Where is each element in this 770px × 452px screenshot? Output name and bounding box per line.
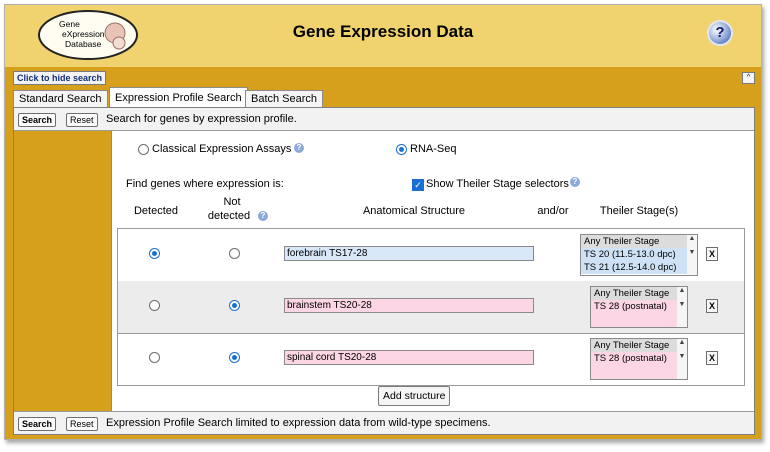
theiler-stage-select[interactable]: Any Theiler Stage TS 28 (postnatal) ▲ ▼	[590, 286, 688, 328]
stage-scrollbar[interactable]: ▲ ▼	[677, 339, 687, 379]
theiler-stage-select[interactable]: Any Theiler Stage TS 20 (11.5-13.0 dpc) …	[580, 234, 698, 276]
stage-option[interactable]: TS 21 (12.5-14.0 dpc)	[581, 261, 697, 274]
rnaseq-label: RNA-Seq	[410, 143, 457, 155]
detected-radio[interactable]	[149, 300, 160, 311]
theiler-help-icon[interactable]: ?	[570, 177, 580, 187]
col-and-or: and/or	[537, 205, 569, 217]
search-button[interactable]: Search	[18, 113, 57, 127]
structure-table: forebrain TS17-28 Any Theiler Stage TS 2…	[117, 228, 745, 386]
bottom-row-text: Expression Profile Search limited to exp…	[106, 417, 491, 429]
top-button-row: Search Reset Search for genes by express…	[14, 108, 754, 131]
structure-input[interactable]: forebrain TS17-28	[284, 246, 534, 261]
left-column	[14, 131, 112, 411]
col-not-detected-1: Not	[223, 196, 241, 208]
not-detected-radio[interactable]	[229, 352, 240, 363]
stage-option[interactable]: TS 20 (11.5-13.0 dpc)	[581, 248, 697, 261]
tab-batch-search[interactable]: Batch Search	[245, 90, 324, 108]
not-detected-radio[interactable]	[229, 300, 240, 311]
show-theiler-checkbox[interactable]: ✓	[412, 179, 424, 191]
stage-scrollbar[interactable]: ▲ ▼	[687, 235, 697, 275]
remove-structure-button[interactable]: X	[706, 299, 718, 313]
find-genes-text: Find genes where expression is:	[126, 178, 284, 190]
classical-assays-label: Classical Expression Assays	[152, 143, 292, 155]
classical-help-icon[interactable]: ?	[294, 143, 304, 153]
reset-button-bottom[interactable]: Reset	[66, 417, 98, 431]
bottom-button-row: Search Reset Expression Profile Search l…	[14, 411, 754, 434]
classical-assays-radio[interactable]	[138, 144, 149, 155]
search-button-bottom[interactable]: Search	[18, 417, 57, 431]
detected-radio[interactable]	[149, 352, 160, 363]
structure-input[interactable]: spinal cord TS20-28	[284, 350, 534, 365]
show-theiler-label: Show Theiler Stage selectors	[426, 178, 569, 190]
rnaseq-radio[interactable]	[396, 144, 407, 155]
stage-option[interactable]: TS 28 (postnatal)	[591, 352, 687, 365]
remove-structure-button[interactable]: X	[706, 351, 718, 365]
top-row-text: Search for genes by expression profile.	[106, 113, 297, 125]
not-detected-help-icon[interactable]: ?	[258, 211, 268, 221]
hide-search-button[interactable]: Click to hide search	[13, 71, 107, 85]
detected-radio[interactable]	[149, 248, 160, 259]
structure-row: brainstem TS20-28 Any Theiler Stage TS 2…	[118, 281, 744, 334]
not-detected-radio[interactable]	[229, 248, 240, 259]
col-anatomical-structure: Anatomical Structure	[362, 205, 466, 217]
page-header: Gene eXpression Database Gene Expression…	[5, 5, 761, 67]
app-window: Gene eXpression Database Gene Expression…	[4, 4, 762, 440]
page-title: Gene Expression Data	[292, 22, 474, 41]
collapse-up-icon[interactable]: ^	[742, 72, 755, 84]
tab-standard-search[interactable]: Standard Search	[13, 90, 108, 108]
remove-structure-button[interactable]: X	[706, 247, 718, 261]
col-detected: Detected	[133, 205, 179, 217]
col-not-detected-2: detected	[207, 210, 251, 222]
stage-option[interactable]: Any Theiler Stage	[591, 287, 687, 300]
stage-option[interactable]: Any Theiler Stage	[591, 339, 687, 352]
structure-row: spinal cord TS20-28 Any Theiler Stage TS…	[118, 333, 744, 385]
structure-input[interactable]: brainstem TS20-28	[284, 298, 534, 313]
tab-expression-profile-search[interactable]: Expression Profile Search	[109, 87, 248, 109]
reset-button[interactable]: Reset	[66, 113, 98, 127]
stage-option[interactable]: TS 28 (postnatal)	[591, 300, 687, 313]
stage-scrollbar[interactable]: ▲ ▼	[677, 287, 687, 327]
col-theiler-stages: Theiler Stage(s)	[599, 205, 679, 217]
add-structure-button[interactable]: Add structure	[378, 386, 451, 406]
help-icon[interactable]: ?	[709, 22, 731, 44]
stage-option[interactable]: Any Theiler Stage	[581, 235, 697, 248]
structure-row: forebrain TS17-28 Any Theiler Stage TS 2…	[118, 229, 744, 282]
search-panel: Search Reset Search for genes by express…	[13, 107, 755, 435]
theiler-stage-select[interactable]: Any Theiler Stage TS 28 (postnatal) ▲ ▼	[590, 338, 688, 380]
